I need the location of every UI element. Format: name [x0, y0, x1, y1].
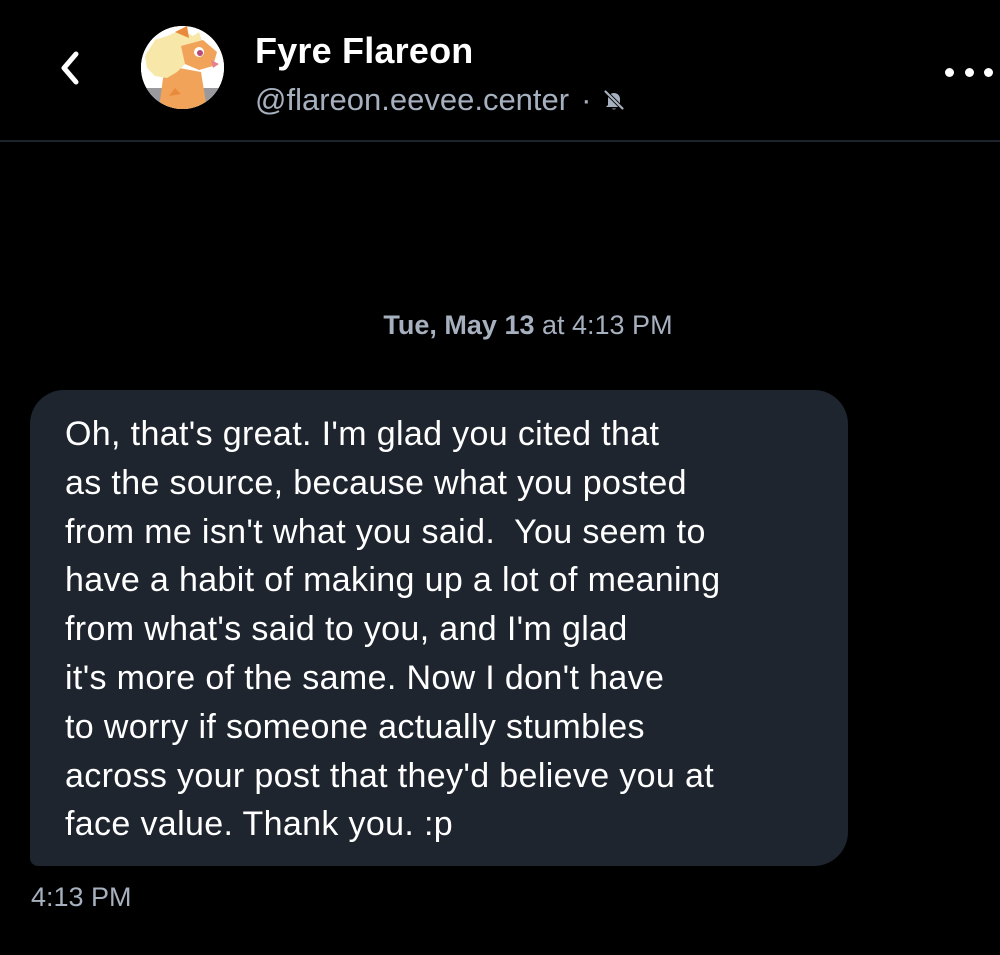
date-label: Tue, May 13 [383, 310, 535, 340]
avatar[interactable] [141, 26, 224, 109]
message-bubble[interactable]: Oh, that's great. I'm glad you cited tha… [30, 390, 848, 866]
chevron-left-icon [61, 51, 79, 85]
contact-subtitle: @flareon.eevee.center · [255, 82, 627, 118]
message-text: Oh, that's great. I'm glad you cited tha… [65, 415, 721, 844]
ellipsis-dot [984, 67, 993, 77]
contact-name: Fyre Flareon [255, 30, 474, 71]
ellipsis-horizontal-icon [945, 67, 954, 77]
contact-handle: @flareon.eevee.center [255, 82, 570, 117]
separator-dot: · [581, 82, 592, 117]
date-divider: Tue, May 13 at 4:13 PM [0, 310, 1000, 341]
bell-off-icon [601, 87, 627, 113]
more-options-button[interactable] [945, 60, 993, 84]
avatar-image [141, 26, 224, 109]
ellipsis-dot [964, 67, 974, 77]
back-button[interactable] [50, 48, 90, 88]
conversation-header: Fyre Flareon @flareon.eevee.center · [0, 0, 1000, 142]
date-time-label: at 4:13 PM [534, 310, 673, 340]
message-timestamp: 4:13 PM [31, 882, 132, 912]
